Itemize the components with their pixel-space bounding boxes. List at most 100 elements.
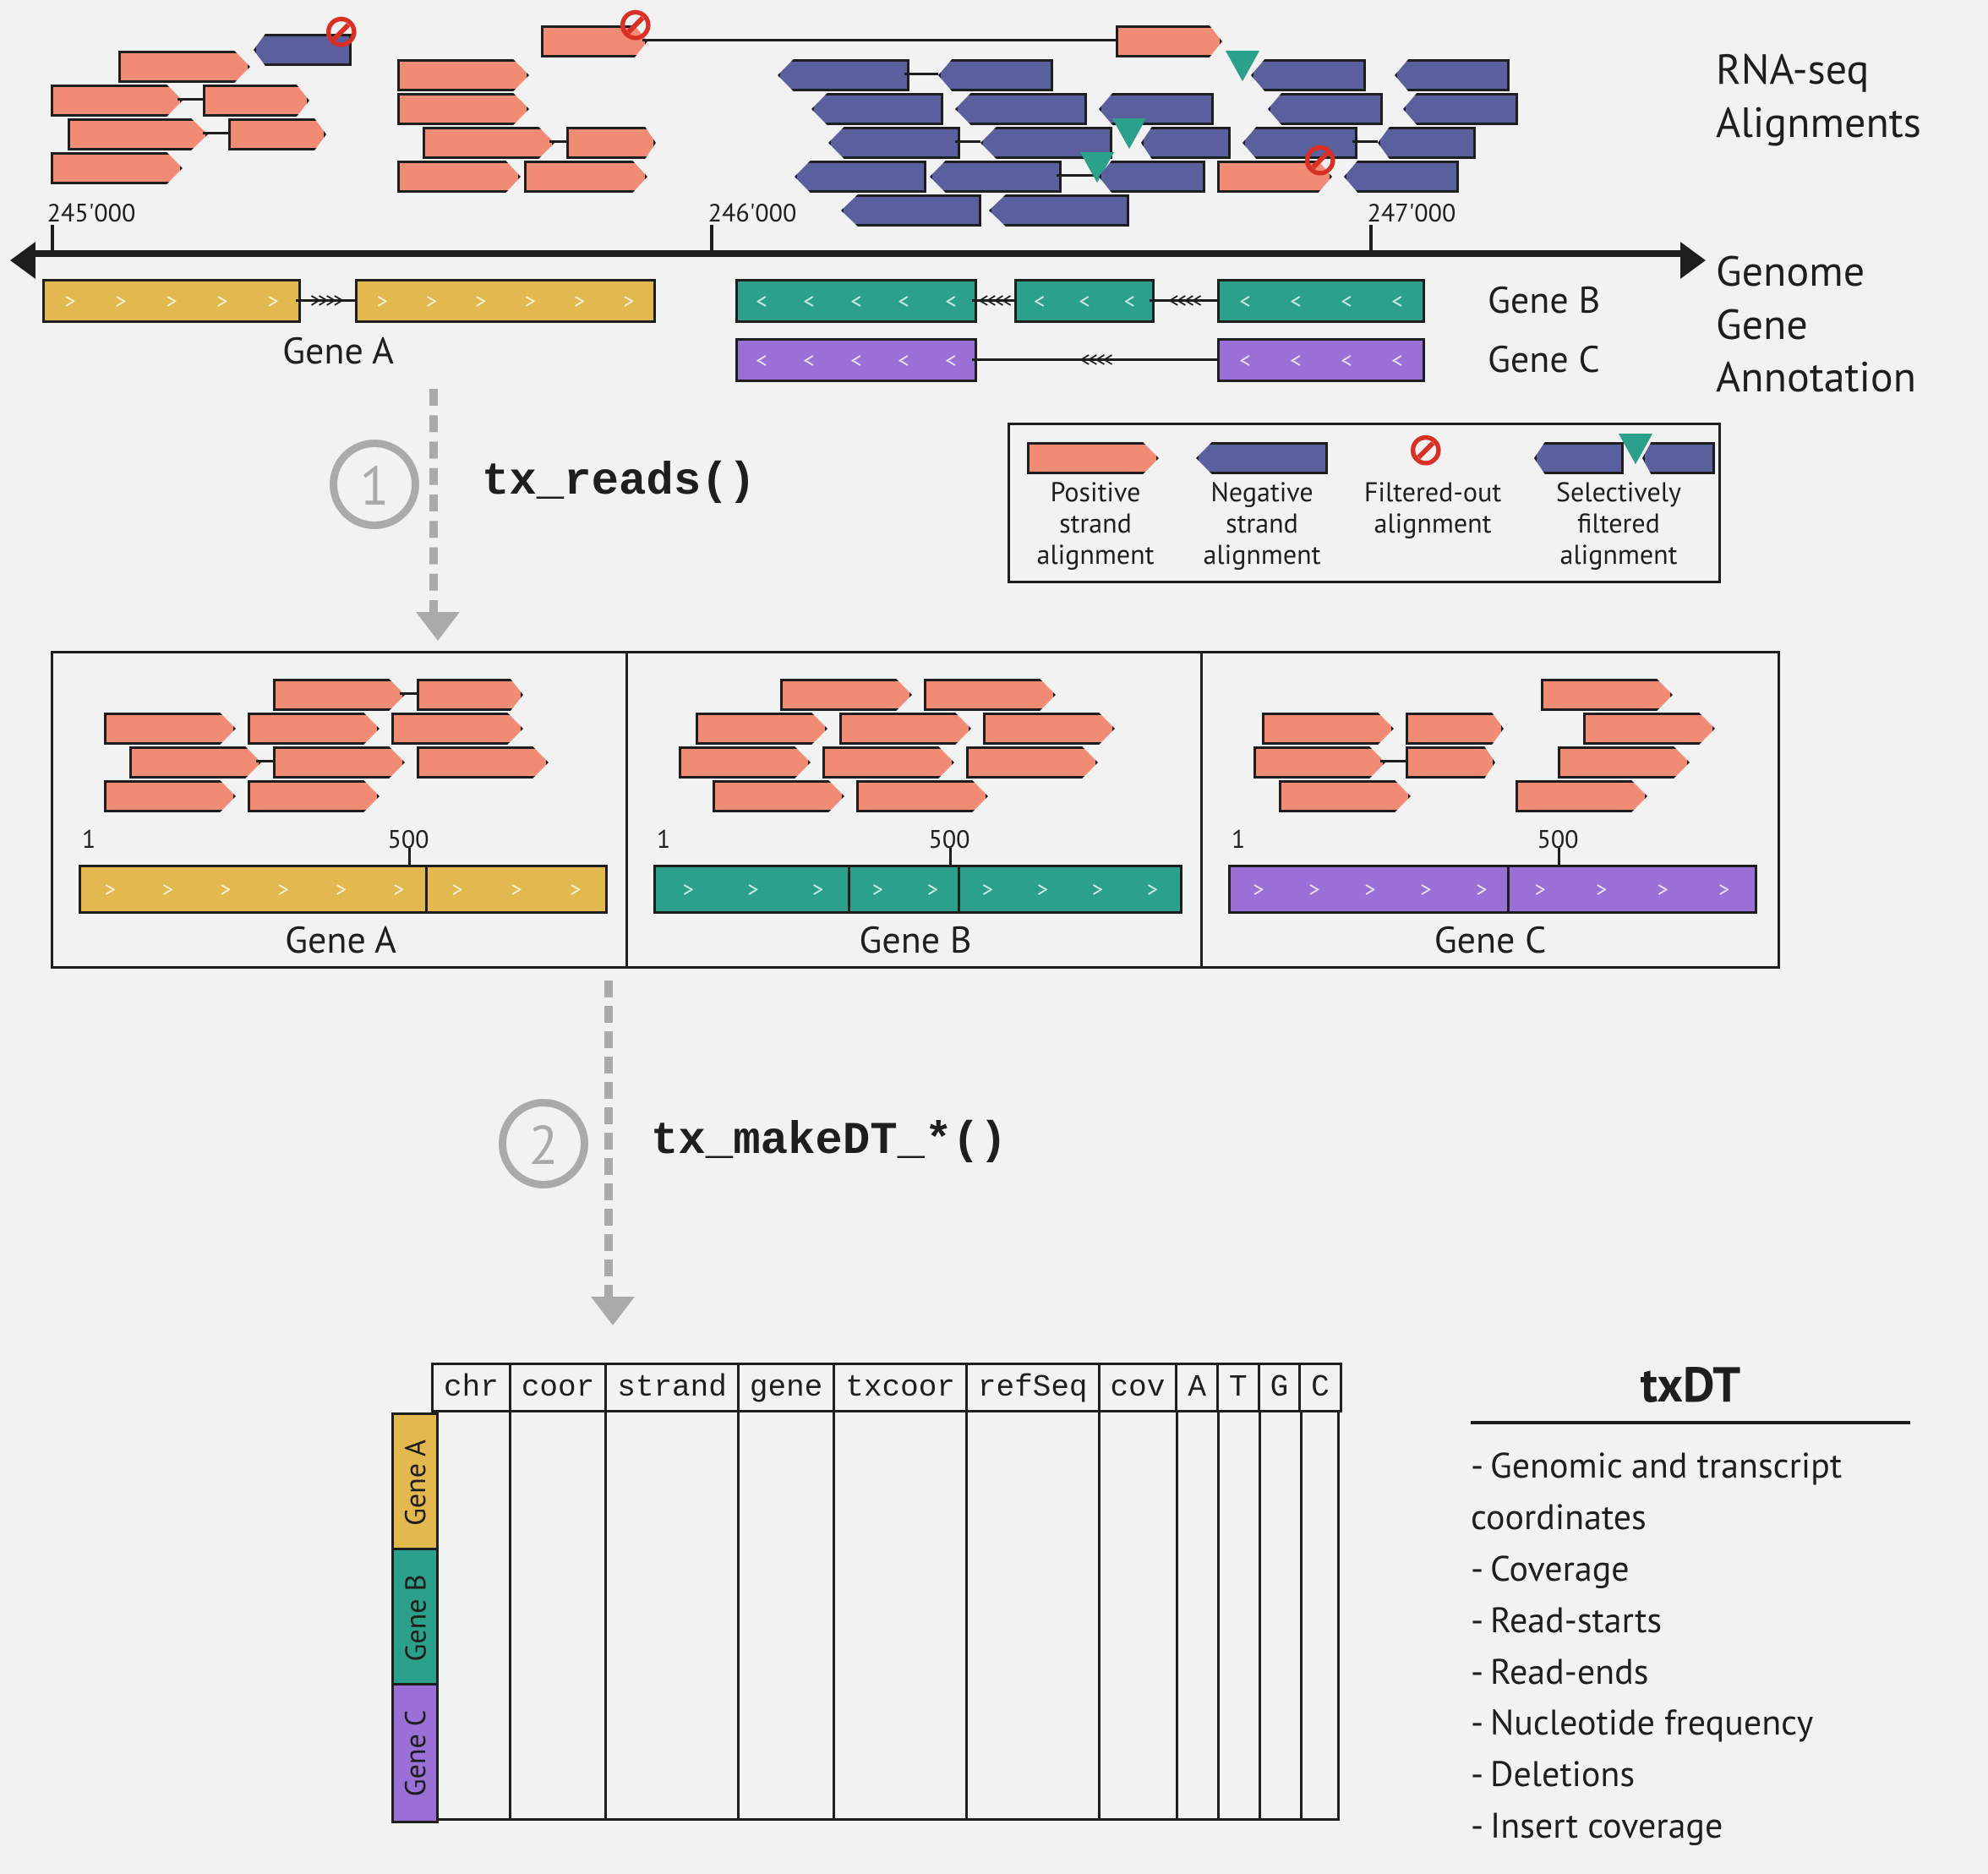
axis-tick: [1369, 225, 1373, 254]
axis-tick-label: 247'000: [1368, 196, 1456, 229]
read-pos: [1262, 713, 1394, 745]
label-alignments: Alignments: [1716, 96, 1921, 149]
txdt-col-divider: [1300, 1412, 1303, 1818]
read-pos: [248, 780, 380, 812]
txdt-col-txcoor: txcoor: [834, 1364, 967, 1412]
txdt-col-divider: [509, 1412, 511, 1818]
txdt-col-chr: chr: [433, 1364, 511, 1412]
genome-axis: [34, 250, 1682, 257]
read-pos: [1253, 746, 1385, 779]
read-pos: [391, 713, 523, 745]
tick-label: 500: [928, 822, 969, 855]
txdt-item: Read-ends: [1471, 1646, 1910, 1697]
axis-tick-label: 245'000: [47, 196, 136, 229]
gene-b-exon: [1217, 279, 1425, 323]
read-pos: [566, 127, 656, 159]
read-pos: [417, 746, 549, 779]
panel-exon: [958, 865, 1182, 914]
label-genome: Genome: [1716, 244, 1921, 298]
panel-exon: [1228, 865, 1512, 914]
read-pos: [423, 127, 554, 159]
legend-read-neg: [1642, 442, 1715, 474]
gene-b-label: Gene B: [1488, 276, 1600, 324]
read-pos: [228, 118, 326, 150]
panel-gene-b: 1 500 Gene B: [625, 651, 1205, 969]
legend-box: Positive strand alignment Negative stran…: [1008, 423, 1721, 583]
axis-tick-label: 246'000: [708, 196, 797, 229]
step-number: 1: [360, 450, 390, 520]
track-labels: RNA-seq Alignments Genome Gene Annotatio…: [1716, 42, 1921, 403]
read-neg: [1344, 161, 1459, 193]
step-number-circle: 2: [499, 1099, 588, 1188]
read-pos: [856, 780, 988, 812]
no-entry-icon: ⊘: [1302, 137, 1339, 181]
gene-a-exon: [42, 279, 301, 323]
gene-intron: [296, 299, 355, 302]
txdt-col-coor: coor: [510, 1364, 605, 1412]
panel-gene-label: Gene A: [285, 915, 396, 964]
label-annotation: Annotation: [1716, 350, 1921, 403]
read-join: [256, 760, 273, 762]
panel-gene-label: Gene C: [1434, 915, 1547, 964]
read-join: [904, 73, 938, 75]
read-pos: [397, 161, 521, 193]
read-neg: [795, 161, 926, 193]
read-pos: [1558, 746, 1690, 779]
panel-exon: [79, 865, 430, 914]
read-pos: [696, 713, 827, 745]
txdt-col-divider: [604, 1412, 607, 1818]
txdt-item: Insert coverage: [1471, 1800, 1910, 1851]
read-join: [642, 39, 1116, 41]
read-join: [178, 98, 203, 101]
step-arrow: [429, 389, 438, 617]
txdt-col-C: C: [1300, 1364, 1341, 1412]
read-pos: [51, 85, 183, 117]
read-pos: [1406, 713, 1504, 745]
legend-read-neg: [1534, 442, 1624, 474]
read-pos: [1516, 780, 1647, 812]
panel-gene-a: 1 500 Gene A: [51, 651, 631, 969]
read-neg: [1141, 127, 1231, 159]
txdt-col-gene: gene: [738, 1364, 833, 1412]
read-pos: [780, 679, 912, 711]
read-neg: [1403, 93, 1518, 125]
txdt-col-divider: [965, 1412, 968, 1818]
txdt-item: Read-starts: [1471, 1594, 1910, 1646]
txdt-col-divider: [833, 1412, 835, 1818]
read-pos: [397, 59, 529, 91]
read-pos: [118, 51, 250, 83]
read-pos: [713, 780, 844, 812]
txdt-item: Coverage: [1471, 1543, 1910, 1594]
gene-intron: [972, 299, 1014, 302]
read-neg: [841, 194, 981, 227]
legend-read-neg: [1196, 442, 1328, 474]
panel-gene-label: Gene B: [859, 915, 971, 964]
gene-intron: [972, 358, 1217, 361]
read-neg: [1268, 93, 1383, 125]
read-pos: [397, 93, 529, 125]
txdt-table: chrcoorstrandgenetxcoorrefSeqcovATGC Gen…: [431, 1363, 1412, 1821]
txdt-col-divider: [737, 1412, 740, 1818]
txdt-col-T: T: [1217, 1364, 1259, 1412]
txdt-col-G: G: [1259, 1364, 1300, 1412]
read-neg: [1099, 161, 1205, 193]
label-rnaseq: RNA-seq: [1716, 42, 1921, 96]
read-neg: [930, 161, 1062, 193]
txdt-header-row: chrcoorstrandgenetxcoorrefSeqcovATGC: [431, 1363, 1342, 1412]
read-pos: [924, 679, 1056, 711]
read-join: [549, 140, 566, 143]
read-neg: [1395, 59, 1510, 91]
txdt-col-cov: cov: [1099, 1364, 1177, 1412]
read-neg: [938, 59, 1053, 91]
read-pos: [248, 713, 380, 745]
row-gene-c: Gene C: [391, 1683, 439, 1823]
axis-tick: [710, 225, 713, 254]
gene-c-exon: [735, 338, 977, 382]
gene-c-exon: [1217, 338, 1425, 382]
txdt-item: Genomic and transcript coordinates: [1471, 1440, 1910, 1543]
legend-sel-label: Selectively filtered alignment: [1556, 473, 1681, 571]
tick-label: 1: [82, 822, 96, 855]
txdt-col-divider: [1217, 1412, 1220, 1818]
tick-label: 1: [1232, 822, 1245, 855]
read-neg: [1242, 127, 1357, 159]
